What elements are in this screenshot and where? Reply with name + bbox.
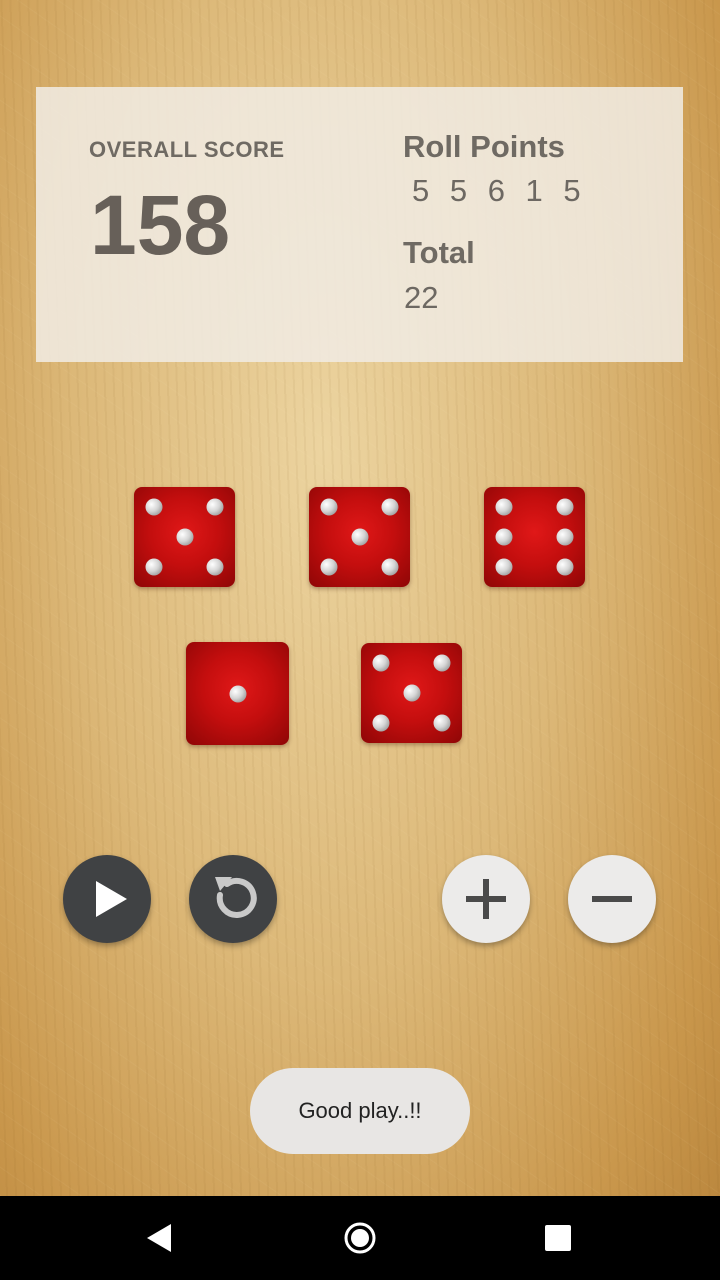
die-2[interactable] <box>309 487 410 587</box>
back-triangle-icon <box>147 1224 171 1252</box>
die-pip <box>145 558 163 576</box>
overall-score-value: 158 <box>90 178 231 272</box>
remove-button[interactable] <box>568 855 656 943</box>
replay-icon <box>215 877 257 918</box>
nav-recents-button[interactable] <box>508 1196 608 1280</box>
add-button[interactable] <box>442 855 530 943</box>
die-pip <box>176 528 193 546</box>
die-pip <box>372 714 390 732</box>
reset-button[interactable] <box>189 855 277 943</box>
overall-score-label: OVERALL SCORE <box>89 137 285 162</box>
die-1[interactable] <box>134 487 235 587</box>
toast-message: Good play..!! <box>250 1068 470 1154</box>
die-pip <box>433 714 451 732</box>
die-pip <box>206 498 224 516</box>
die-3[interactable] <box>484 487 585 587</box>
die-pip <box>320 498 338 516</box>
die-pip <box>495 498 513 516</box>
home-circle-icon <box>344 1222 376 1254</box>
die-pip <box>206 558 224 576</box>
die-pip <box>556 558 574 576</box>
die-pip <box>381 498 399 516</box>
recents-square-icon <box>545 1225 571 1251</box>
die-4[interactable] <box>186 642 289 745</box>
score-panel: OVERALL SCORE 158 Roll Points 5 5 6 1 5 … <box>36 87 683 362</box>
die-pip <box>320 558 338 576</box>
plus-icon <box>466 879 506 919</box>
die-pip <box>556 528 574 546</box>
die-pip <box>403 684 420 702</box>
die-pip <box>229 685 246 702</box>
total-value: 22 <box>404 280 439 315</box>
play-button[interactable] <box>63 855 151 943</box>
nav-home-button[interactable] <box>310 1196 410 1280</box>
die-pip <box>495 528 513 546</box>
die-pip <box>381 558 399 576</box>
play-icon <box>96 881 127 917</box>
die-5[interactable] <box>361 643 462 743</box>
navigation-bar <box>0 1196 720 1280</box>
die-pip <box>433 654 451 672</box>
total-label: Total <box>403 235 475 270</box>
roll-points-label: Roll Points <box>403 129 565 164</box>
die-pip <box>145 498 163 516</box>
die-pip <box>556 498 574 516</box>
die-pip <box>372 654 390 672</box>
roll-points-values: 5 5 6 1 5 <box>412 173 587 208</box>
die-pip <box>351 528 368 546</box>
nav-back-button[interactable] <box>110 1196 210 1280</box>
minus-icon <box>592 896 632 902</box>
die-pip <box>495 558 513 576</box>
